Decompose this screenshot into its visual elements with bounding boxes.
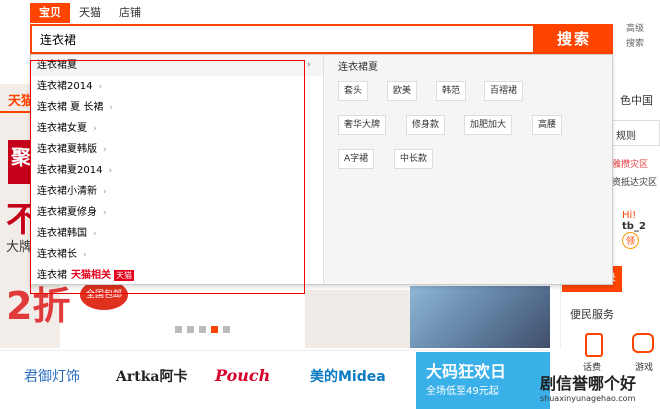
brand-logo-4[interactable]: 美的Midea xyxy=(310,366,386,386)
related-heading: 连衣裙夏 xyxy=(338,62,378,73)
chevron-right-icon: › xyxy=(109,103,113,113)
suggestion-text: 连衣裙夏2014 xyxy=(37,165,103,176)
chevron-right-icon: › xyxy=(307,60,311,70)
watermark-url: shuaxinyunagehao.com xyxy=(540,394,636,403)
promo-banner[interactable]: 大码狂欢日 全场低至49元起 xyxy=(416,352,550,409)
related-chip[interactable]: 欧美 xyxy=(387,81,418,101)
promo-subtitle: 全场低至49元起 xyxy=(426,386,499,397)
carousel-dot[interactable] xyxy=(199,326,206,333)
suggestion-item[interactable]: 连衣裙夏修身 › xyxy=(31,202,323,223)
tmall-related-label: 天猫相关 xyxy=(71,270,111,281)
related-chip[interactable]: 高腰 xyxy=(532,115,563,135)
related-chip[interactable]: A字裙 xyxy=(338,149,375,169)
chevron-right-icon: › xyxy=(93,229,97,239)
suggestion-item[interactable]: 连衣裙夏韩版 › xyxy=(31,139,323,160)
search-button[interactable]: 搜索 xyxy=(535,24,613,54)
suggestion-item[interactable]: 连衣裙长 › xyxy=(31,244,323,265)
suggestion-text: 连衣裙女夏 xyxy=(37,123,87,134)
suggestion-text: 连衣裙2014 xyxy=(37,81,93,92)
notice-link[interactable]: 资抵达灾区 xyxy=(612,174,660,192)
related-panel: 连衣裙夏 套头 欧美 韩范 百褶裙奢华大牌 修身款 加肥加大 高腰 A字裙 中长款 xyxy=(324,55,612,284)
chevron-right-icon: › xyxy=(103,187,107,197)
greeting: Hi! tb_2 xyxy=(622,210,660,232)
coin-button[interactable]: 领 xyxy=(622,232,640,249)
suggestion-text: 连衣裙夏 xyxy=(37,60,77,71)
chevron-right-icon: › xyxy=(103,208,107,218)
notice-links[interactable]: 雅攒灾区 资抵达灾区 xyxy=(612,156,660,192)
promo-title: 大码狂欢日 xyxy=(426,362,507,381)
related-chip[interactable]: 套头 xyxy=(338,81,369,101)
suggestion-item[interactable]: 连衣裙夏 xyxy=(31,55,323,76)
related-chip[interactable]: 奢华大牌 xyxy=(338,115,387,135)
related-chip[interactable]: 中长款 xyxy=(394,149,434,169)
related-chip[interactable]: 修身款 xyxy=(406,115,446,135)
suggestion-text: 连衣裙小清新 xyxy=(37,186,97,197)
watermark-text: 剧信誉哪个好 xyxy=(540,374,637,393)
related-chip[interactable]: 百褶裙 xyxy=(484,81,524,101)
banner-image[interactable] xyxy=(305,290,410,348)
chevron-right-icon: › xyxy=(93,124,97,134)
carousel-dot[interactable] xyxy=(175,326,182,333)
suggestion-item[interactable]: 连衣裙女夏 › xyxy=(31,118,323,139)
greeting-hi: Hi! xyxy=(622,210,637,221)
tmall-cat-icon: 天猫 xyxy=(114,270,134,281)
username[interactable]: tb_2 xyxy=(622,221,646,232)
tab-shop[interactable]: 店铺 xyxy=(110,3,150,23)
brand-logo-1[interactable]: 君御灯饰 xyxy=(24,366,80,386)
suggestion-item[interactable]: 连衣裙 夏 长裙 › xyxy=(31,97,323,118)
notice-link[interactable]: 雅攒灾区 xyxy=(612,156,660,174)
suggestion-item-tmall[interactable]: 连衣裙 天猫相关 天猫 xyxy=(31,265,323,286)
product-photo[interactable] xyxy=(410,286,550,348)
phone-icon[interactable] xyxy=(585,333,603,357)
tab-tmall[interactable]: 天猫 xyxy=(70,3,110,23)
suggestion-text: 连衣裙韩国 xyxy=(37,228,87,239)
chevron-right-icon: › xyxy=(83,250,87,260)
carousel-dots[interactable] xyxy=(175,326,230,333)
search-box[interactable] xyxy=(30,24,535,54)
banner-text: 大牌 xyxy=(6,240,33,255)
rules-tab[interactable]: 规则 xyxy=(610,120,660,146)
suggestion-item[interactable]: 连衣裙韩国 › xyxy=(31,223,323,244)
gamepad-icon[interactable] xyxy=(632,333,654,353)
suggestion-item[interactable]: 连衣裙2014 › xyxy=(31,76,323,97)
suggestion-dropdown: 连衣裙夏 连衣裙2014 › 连衣裙 夏 长裙 › 连衣裙女夏 › 连衣裙夏韩版 › 连衣裙夏20… xyxy=(30,54,613,285)
related-chip[interactable]: 韩范 xyxy=(436,81,467,101)
suggestion-item[interactable]: 连衣裙夏2014 › xyxy=(31,160,323,181)
brand-logo-2[interactable]: Artka阿卡 xyxy=(116,366,187,386)
search-tabs: 宝贝 天猫 店铺 xyxy=(30,3,150,23)
carousel-dot-active[interactable] xyxy=(211,326,218,333)
carousel-dot[interactable] xyxy=(223,326,230,333)
right-panel-title: 色中国 xyxy=(620,94,653,107)
brand-logo-3[interactable]: Pouch xyxy=(215,366,270,385)
services-title: 便民服务 xyxy=(570,308,614,321)
advanced-search-link[interactable]: 高级搜索 xyxy=(626,22,652,52)
chevron-right-icon: › xyxy=(108,166,113,176)
suggestion-item[interactable]: 连衣裙小清新 › xyxy=(31,181,323,202)
suggestion-list: 连衣裙夏 连衣裙2014 › 连衣裙 夏 长裙 › 连衣裙女夏 › 连衣裙夏韩版 › 连衣裙夏20… xyxy=(31,55,323,286)
suggestion-text: 连衣裙 xyxy=(37,270,67,281)
chevron-right-icon: › xyxy=(98,82,103,92)
suggestion-text: 连衣裙夏韩版 xyxy=(37,144,97,155)
nav-underline xyxy=(0,111,30,113)
game-label[interactable]: 游戏 xyxy=(635,360,653,373)
search-input[interactable] xyxy=(32,26,533,52)
carousel-dot[interactable] xyxy=(187,326,194,333)
suggestion-text: 连衣裙长 xyxy=(37,249,77,260)
suggestion-text: 连衣裙夏修身 xyxy=(37,207,97,218)
related-chip[interactable]: 加肥加大 xyxy=(464,115,513,135)
tab-baobei[interactable]: 宝贝 xyxy=(30,3,70,23)
suggestion-text: 连衣裙 夏 长裙 xyxy=(37,102,104,113)
chevron-right-icon: › xyxy=(103,145,107,155)
